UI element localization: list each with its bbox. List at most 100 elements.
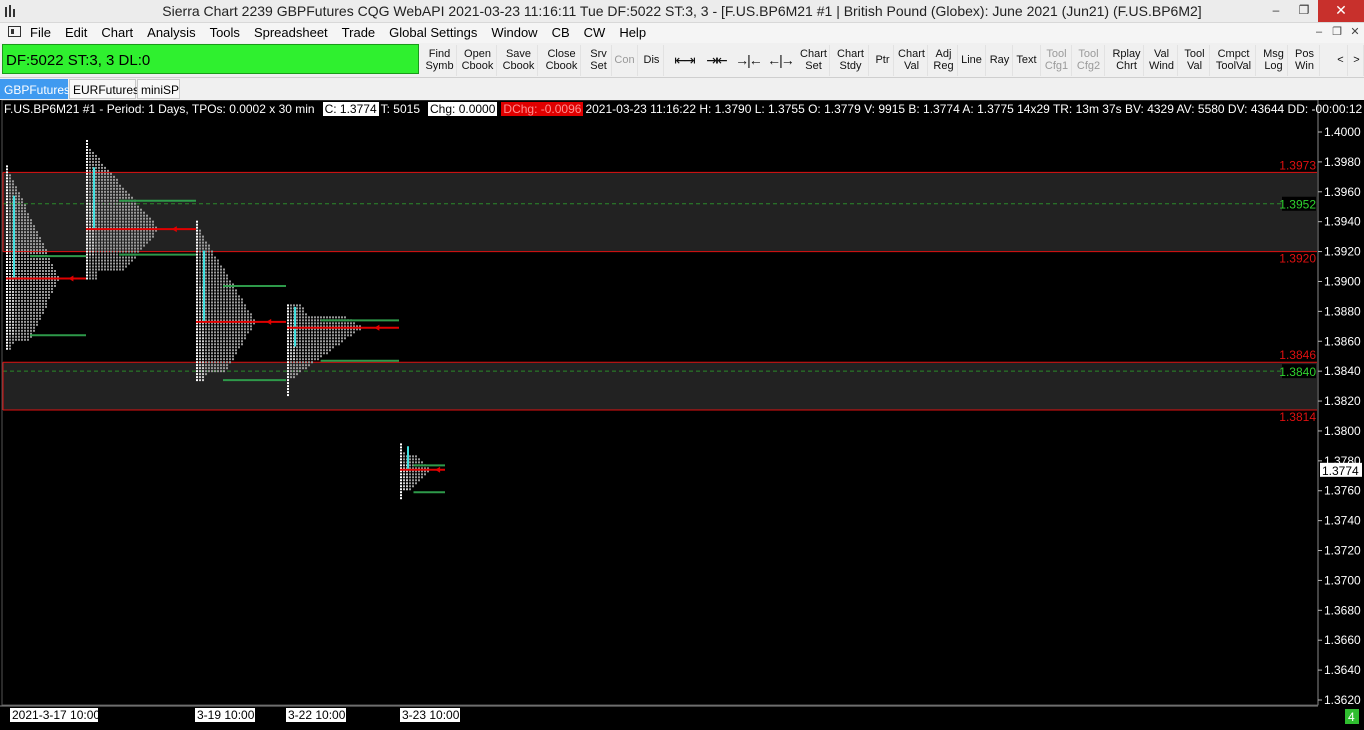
tab-eurfutures[interactable]: EURFutures: [69, 79, 139, 99]
tpo-letter: [305, 313, 307, 316]
tpo-letter: [15, 219, 17, 222]
tpo-letter: [89, 175, 91, 178]
tpo-chart[interactable]: 1.39731.39201.39521.38461.38141.38401.40…: [0, 100, 1364, 730]
tpo-letter: [403, 461, 405, 464]
tpo-letter: [140, 241, 142, 244]
tpo-letter: [400, 455, 402, 458]
tpo-letter: [199, 238, 201, 241]
tpo-letter: [128, 205, 130, 208]
tpo-letter: [30, 281, 32, 284]
tpo-letter: [42, 258, 44, 261]
tpo-letter: [421, 476, 423, 479]
toolbar-button-open-cbook[interactable]: Open Cbook: [459, 45, 497, 76]
toolbar-button-tool-cfg1[interactable]: Tool Cfg1: [1042, 45, 1072, 76]
toolbar-button-chart-val[interactable]: Chart Val: [896, 45, 928, 76]
menu-help[interactable]: Help: [619, 25, 646, 40]
toolbar-button-cmpct-toolval[interactable]: Cmpct ToolVal: [1212, 45, 1256, 76]
tpo-letter: [116, 238, 118, 241]
tab-minisp[interactable]: miniSP: [137, 79, 180, 99]
tpo-letter: [12, 189, 14, 192]
toolbar-button-ray[interactable]: Ray: [987, 45, 1013, 76]
tpo-letter: [21, 270, 23, 273]
tpo-letter: [332, 337, 334, 340]
tpo-letter: [235, 337, 237, 340]
tpo-letter: [196, 346, 198, 349]
tpo-letter: [344, 331, 346, 334]
tpo-letter: [244, 307, 246, 310]
menu-analysis[interactable]: Analysis: [147, 25, 195, 40]
tpo-letter: [15, 287, 17, 290]
toolbar-button-adj-reg[interactable]: Adj Reg: [930, 45, 958, 76]
mdi-close-button[interactable]: ✕: [1346, 24, 1364, 40]
tpo-letter: [15, 192, 17, 195]
menu-file[interactable]: File: [30, 25, 51, 40]
menu-edit[interactable]: Edit: [65, 25, 87, 40]
mdi-restore-button[interactable]: ❐: [1328, 24, 1346, 40]
compress-bars-icon[interactable]: →|←: [734, 49, 763, 73]
tpo-letter: [208, 361, 210, 364]
toolbar-button-tool-val[interactable]: Tool Val: [1180, 45, 1210, 76]
close-button[interactable]: ✕: [1318, 0, 1364, 22]
toolbar-button-con[interactable]: Con: [612, 45, 638, 76]
toolbar-scroll-left-button[interactable]: <: [1334, 45, 1348, 76]
status-box[interactable]: DF:5022 ST:3, 3 DL:0: [2, 44, 419, 74]
toolbar-button-find-symb[interactable]: Find Symb: [423, 45, 457, 76]
tpo-letter: [119, 238, 121, 241]
tpo-letter: [24, 326, 26, 329]
menu-cb[interactable]: CB: [552, 25, 570, 40]
tpo-letter: [214, 328, 216, 331]
tpo-letter: [326, 322, 328, 325]
tpo-letter: [199, 277, 201, 280]
toolbar-button-rplay-chrt[interactable]: Rplay Chrt: [1110, 45, 1144, 76]
tpo-letter: [235, 331, 237, 334]
tpo-letter: [24, 258, 26, 261]
mdi-minimize-button[interactable]: –: [1310, 24, 1328, 40]
tpo-letter: [89, 241, 91, 244]
toolbar-button-text[interactable]: Text: [1013, 45, 1041, 76]
toolbar-button-val-wind[interactable]: Val Wind: [1146, 45, 1178, 76]
tpo-letter: [415, 473, 417, 476]
tpo-letter: [140, 232, 142, 235]
toolbar-button-line[interactable]: Line: [958, 45, 986, 76]
toolbar-button-chart-set[interactable]: Chart Set: [798, 45, 830, 76]
tpo-letter: [119, 247, 121, 250]
zoom-in-icon[interactable]: ⇥⇤: [702, 49, 730, 73]
tpo-letter: [208, 316, 210, 319]
y-tick-label: 1.3900: [1324, 274, 1361, 288]
tab-gbpfutures[interactable]: GBPFutures: [0, 79, 70, 99]
document-icon[interactable]: [8, 26, 21, 37]
toolbar-button-save-cbook[interactable]: Save Cbook: [500, 45, 538, 76]
tpo-letter: [199, 232, 201, 235]
chart-area[interactable]: 1.3973 1.3920 1.3952 1.3846 1.3814 1.3840 1.40…: [0, 100, 1364, 730]
tpo-letter: [15, 314, 17, 317]
expand-bars-icon[interactable]: ←|→: [766, 49, 795, 73]
tpo-letter: [89, 157, 91, 160]
zoom-out-icon[interactable]: ⇤⇥: [670, 49, 698, 73]
toolbar-button-tool-cfg2[interactable]: Tool Cfg2: [1073, 45, 1105, 76]
toolbar-button-pos-win[interactable]: Pos Win: [1290, 45, 1320, 76]
x-axis-label: 3-19 10:00: [197, 708, 255, 722]
tpo-letter: [205, 328, 207, 331]
menu-trade[interactable]: Trade: [342, 25, 375, 40]
tpo-letter: [104, 223, 106, 226]
toolbar-scroll-right-button[interactable]: >: [1350, 45, 1364, 76]
menu-chart[interactable]: Chart: [101, 25, 133, 40]
menu-spreadsheet[interactable]: Spreadsheet: [254, 25, 328, 40]
tpo-letter: [95, 250, 97, 253]
menu-cw[interactable]: CW: [584, 25, 606, 40]
toolbar-button-close-cbook[interactable]: Close Cbook: [543, 45, 581, 76]
toolbar-button-srv-set[interactable]: Srv Set: [586, 45, 612, 76]
tpo-letter: [12, 320, 14, 323]
minimize-button[interactable]: –: [1262, 0, 1290, 22]
toolbar-button-dis[interactable]: Dis: [640, 45, 664, 76]
toolbar-button-msg-log[interactable]: Msg Log: [1260, 45, 1288, 76]
menu-window[interactable]: Window: [491, 25, 537, 40]
toolbar-button-ptr[interactable]: Ptr: [872, 45, 894, 76]
toolbar-button-chart-stdy[interactable]: Chart Stdy: [833, 45, 869, 76]
restore-button[interactable]: ❐: [1290, 0, 1318, 22]
tpo-letter: [347, 331, 349, 334]
menu-tools[interactable]: Tools: [210, 25, 240, 40]
menu-global-settings[interactable]: Global Settings: [389, 25, 477, 40]
tpo-letter: [113, 199, 115, 202]
tpo-letter: [305, 322, 307, 325]
